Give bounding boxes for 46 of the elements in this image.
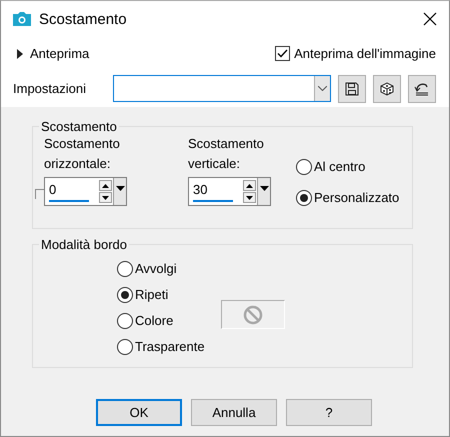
field-label: Scostamento orizzontale: [44, 135, 121, 173]
up-arrow-icon[interactable] [246, 184, 253, 188]
color-swatch[interactable] [220, 300, 285, 329]
field-label: Scostamento verticale: [188, 135, 265, 173]
radio-button[interactable] [117, 312, 133, 328]
link-bracket-icon [35, 189, 44, 199]
expander-icon[interactable] [17, 48, 23, 58]
caret-icon[interactable] [260, 186, 268, 191]
down-arrow-icon[interactable] [246, 196, 253, 200]
dice-button[interactable] [373, 74, 402, 102]
radio-label: Al centro [314, 159, 366, 174]
settings-dropdown[interactable] [112, 75, 332, 102]
reset-icon [414, 80, 430, 96]
radio-label: Avvolgi [135, 261, 177, 276]
dialog-button[interactable]: OK [96, 399, 182, 426]
caret-icon[interactable] [116, 186, 124, 191]
preview-toggle[interactable]: Anteprima [30, 46, 90, 61]
number-field[interactable]: 30 [188, 177, 271, 206]
radio-label: Trasparente [135, 339, 205, 354]
settings-label: Impostazioni [13, 81, 87, 96]
dialog-button[interactable]: ? [286, 399, 372, 426]
group-title: Modalità bordo [40, 237, 128, 252]
save-icon [345, 82, 360, 96]
prohibited-icon [242, 304, 263, 324]
dialog-button[interactable]: Annulla [191, 399, 277, 426]
window-title: Scostamento [39, 10, 128, 28]
save-button[interactable] [338, 74, 366, 102]
radio-button[interactable] [117, 260, 133, 276]
group-title: Scostamento [40, 119, 118, 134]
number-field[interactable]: 0 [44, 177, 127, 206]
close-icon[interactable] [423, 12, 437, 26]
down-arrow-icon[interactable] [102, 196, 109, 200]
caret-icon [318, 86, 328, 91]
camera-icon [12, 11, 32, 27]
dice-icon [379, 80, 396, 96]
up-arrow-icon[interactable] [102, 184, 109, 188]
reset-button[interactable] [408, 74, 436, 102]
checkbox-label: Anteprima dell'immagine [294, 46, 436, 61]
radio-label: Ripeti [135, 287, 168, 302]
radio-label: Colore [135, 313, 174, 328]
radio-button[interactable] [117, 286, 133, 302]
radio-label: Personalizzato [314, 190, 400, 205]
radio-button[interactable] [296, 190, 312, 206]
radio-button[interactable] [296, 158, 312, 174]
checkbox[interactable] [275, 46, 290, 61]
radio-button[interactable] [117, 338, 133, 354]
